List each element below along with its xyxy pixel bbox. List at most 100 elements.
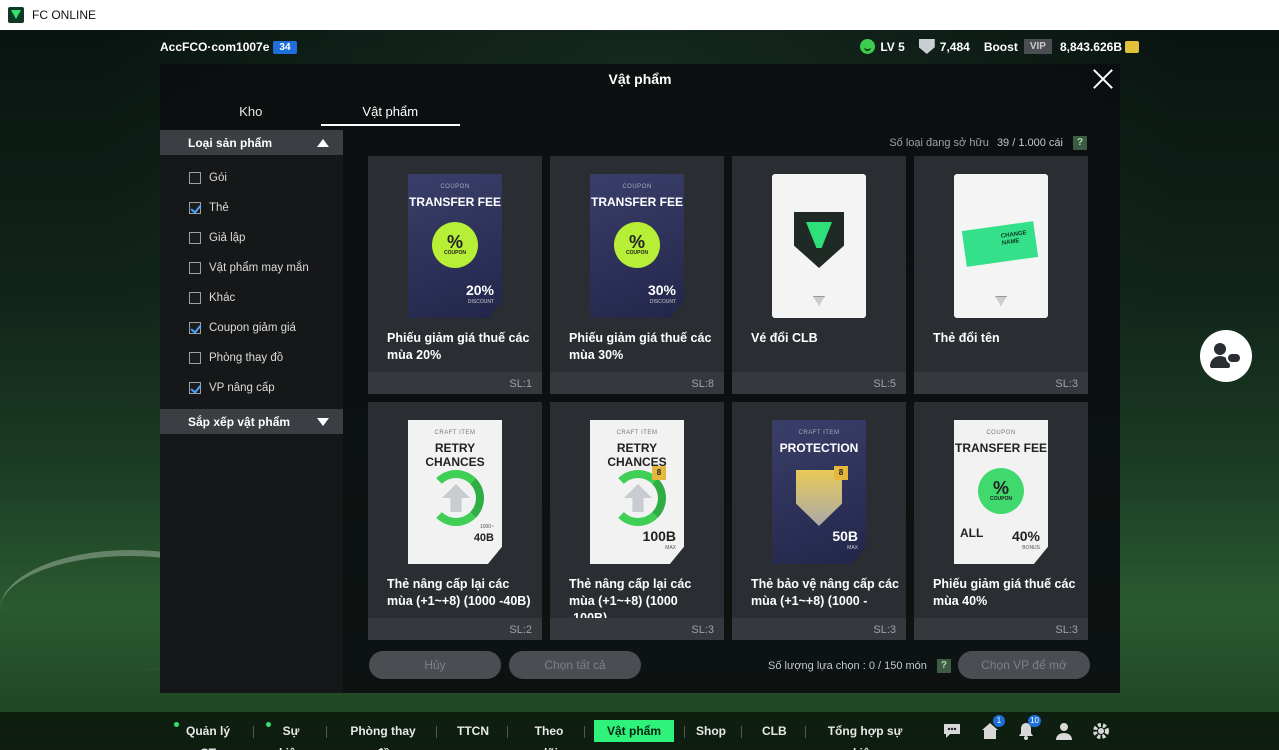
card-text: CHANGE NAME [1000,230,1028,247]
tab-vat-pham[interactable]: Vật phẩm [320,100,460,126]
nav-label: Shop [696,724,726,738]
item-card[interactable]: CRAFT ITEM PROTECTION 8 50B MAX Thẻ bảo … [732,402,906,640]
cancel-button[interactable]: Hủy [369,651,501,679]
sort-label: Sắp xếp vật phẩm [188,414,291,429]
nav-ttcn[interactable]: TTCN [456,720,490,742]
filter-item[interactable]: Vật phẩm may mắn [160,253,343,283]
nav-shop[interactable]: Shop [696,720,726,742]
card-sub: 1000~ [479,524,494,530]
top-status-bar: AccFCO·com1007e 34 LV 5 7,484 Boost VIP … [0,30,1279,64]
item-qty: SL:1 [509,378,532,390]
item-card[interactable]: CHANGE NAME Thẻ đổi tên SL:3 [914,156,1088,394]
checkbox[interactable] [189,172,201,184]
product-type-header[interactable]: Loại sản phẩm [160,130,343,155]
window-title: FC ONLINE [32,8,97,22]
card-title: RETRY CHANCES [425,441,485,469]
item-qty: SL:5 [873,378,896,390]
nav-tong-hop-su-kien[interactable]: Tổng hợp sự kiện [822,720,908,750]
gear-icon[interactable] [1091,721,1111,741]
item-card[interactable]: Vé đổi CLB SL:5 [732,156,906,394]
card-title: TRANSFER FEE [590,195,683,209]
club-emblem-icon [794,212,844,268]
percent-seal-icon: % COUPON [432,222,478,268]
checkbox[interactable] [189,232,201,244]
filter-item[interactable]: Gói [160,163,343,193]
filter-item[interactable]: Coupon giảm giá [160,313,343,343]
card-top-label: CRAFT ITEM [434,430,476,436]
checkbox[interactable] [189,202,201,214]
account-info[interactable]: AccFCO·com1007e 34 [160,40,297,54]
profile-icon[interactable] [1054,721,1074,741]
select-all-button[interactable]: Chọn tất cả [509,651,641,679]
filter-label: Giả lập [209,232,246,244]
item-grid: COUPON TRANSFER FEE % COUPON 20% DISCOUNT… [368,156,1088,640]
chat-fab-button[interactable] [1200,330,1252,382]
filter-label: Gói [209,172,227,184]
item-name: Phiếu giảm giá thuế các mùa 30% [569,331,712,362]
select-vp-button[interactable]: Chọn VP để mở [958,651,1090,679]
new-dot-icon [174,722,179,727]
card-top-label: COUPON [622,184,652,190]
checkbox[interactable] [189,292,201,304]
home-icon[interactable]: 1 [980,715,1005,741]
filter-label: Coupon giảm giá [209,322,296,334]
checkbox[interactable] [189,322,201,334]
filter-item[interactable]: Giả lập [160,223,343,253]
item-card[interactable]: COUPON TRANSFER FEE % COUPON 30% DISCOUNT… [550,156,724,394]
help-icon[interactable]: ? [936,659,951,673]
owned-label: Số loại đang sở hữu [889,137,989,149]
nav-vat-pham[interactable]: Vật phẩm [594,720,674,742]
item-card[interactable]: COUPON TRANSFER FEE % COUPON 20% DISCOUNT… [368,156,542,394]
card-value: 100B [642,528,676,544]
card-top-label: COUPON [440,184,470,190]
help-icon[interactable]: ? [1073,136,1087,150]
maximize-button[interactable]: ☐ [1188,0,1202,20]
item-name: Phiếu giảm giá thuế các mùa 20% [387,331,530,362]
filter-sidebar: Loại sản phẩm Gói Thẻ Giả lập Vật phẩm m… [160,130,343,693]
item-name: Thẻ đổi tên [933,331,1000,345]
checkbox[interactable] [189,352,201,364]
new-dot-icon [266,722,271,727]
minimize-button[interactable]: – [1142,0,1151,18]
tab-kho[interactable]: Kho [181,100,321,126]
nav-clb[interactable]: CLB [762,720,787,742]
nav-label: Phòng thay đồ [350,724,416,750]
coupon-card-art: COUPON TRANSFER FEE % COUPON ALL 40% BONU… [954,420,1048,564]
bell-icon[interactable]: 10 [1016,715,1041,741]
vip-badge: VIP [1023,39,1052,54]
chat-icon[interactable] [942,721,962,741]
card-title: TRANSFER FEE [954,441,1047,455]
item-card[interactable]: CRAFT ITEM RETRY CHANCES 8 100B MAX Thẻ … [550,402,724,640]
item-card[interactable]: CRAFT ITEM RETRY CHANCES 1000~ 40B Thẻ n… [368,402,542,640]
nav-label: TTCN [457,724,489,738]
checkbox[interactable] [189,262,201,274]
modal-tabs: Kho Vật phẩm [160,100,460,126]
filter-item[interactable]: Khác [160,283,343,313]
chevron-down-icon[interactable] [317,418,329,426]
filter-item[interactable]: Phòng thay đồ [160,343,343,373]
close-icon[interactable] [1092,68,1114,90]
filter-item[interactable]: Thẻ [160,193,343,223]
items-modal: Vật phẩm Kho Vật phẩm Loại sản phẩm Gói … [160,64,1120,693]
nav-quan-ly-ct[interactable]: Quản lý CT [174,720,236,750]
modal-controls: Hủy Chọn tất cả Số lượng lựa chọn : 0 / … [160,651,1120,681]
checkbox[interactable] [189,382,201,394]
filter-label: VP nâng cấp [209,382,275,394]
fc-logo-icon [813,296,825,306]
item-name: Phiếu giảm giá thuế các mùa 40% [933,577,1076,608]
card-title: PROTECTION [779,441,859,455]
item-card[interactable]: COUPON TRANSFER FEE % COUPON ALL 40% BONU… [914,402,1088,640]
nav-su-kien[interactable]: Sự kiện [266,720,310,750]
retry-card-art: CRAFT ITEM RETRY CHANCES 1000~ 40B [408,420,502,564]
sort-header[interactable]: Sắp xếp vật phẩm [160,409,343,434]
stats-panel: LV 5 7,484 Boost VIP 8,843.626B [860,39,1139,54]
item-qty: SL:2 [509,624,532,636]
filter-item[interactable]: VP nâng cấp [160,373,343,403]
close-window-button[interactable]: ✕ [1233,0,1246,20]
name-ticket-icon: CHANGE NAME [961,221,1039,267]
nav-phong-thay-do[interactable]: Phòng thay đồ [347,720,419,750]
window-titlebar: FC ONLINE [0,0,1279,30]
app-logo-icon [8,7,24,23]
nav-theo-doi[interactable]: Theo dõi [526,720,572,750]
collapse-up-icon[interactable] [317,139,329,147]
